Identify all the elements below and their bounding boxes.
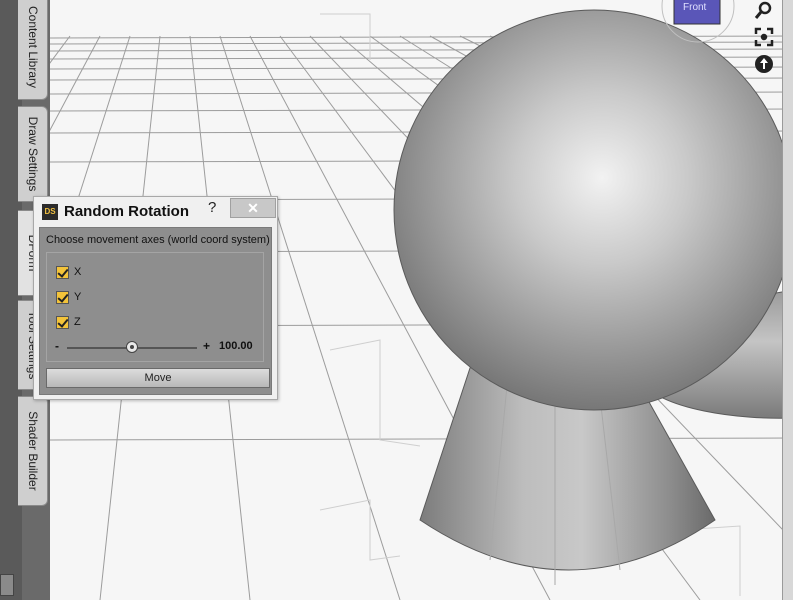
axis-y-checkbox[interactable]: Y bbox=[56, 288, 81, 306]
help-button[interactable]: ? bbox=[208, 199, 216, 216]
tab-draw-settings[interactable]: Draw Settings bbox=[18, 106, 48, 202]
panel-corner-icon[interactable] bbox=[0, 574, 14, 596]
axis-x-checkbox[interactable]: X bbox=[56, 263, 81, 281]
amount-slider: - + 100.00 bbox=[55, 339, 260, 355]
axis-z-checkbox[interactable]: Z bbox=[56, 313, 81, 331]
move-button[interactable]: Move bbox=[46, 368, 270, 388]
dialog-title: Random Rotation bbox=[64, 203, 189, 220]
tab-shader-builder[interactable]: Shader Builder bbox=[18, 396, 48, 506]
random-rotation-dialog: DS Random Rotation ? ✕ Choose movement a… bbox=[33, 196, 278, 400]
tab-content-library[interactable]: Content Library bbox=[18, 0, 48, 100]
frame-icon[interactable] bbox=[754, 27, 776, 49]
orbit-icon[interactable] bbox=[754, 54, 776, 76]
right-scroll-strip[interactable] bbox=[782, 0, 793, 600]
zoom-icon[interactable] bbox=[754, 0, 776, 22]
slider-value[interactable]: 100.00 bbox=[219, 340, 253, 352]
slider-thumb[interactable] bbox=[126, 341, 138, 353]
tab-label: Shader Builder bbox=[25, 411, 40, 491]
daz-logo-icon: DS bbox=[42, 204, 58, 220]
axes-label: Choose movement axes (world coord system… bbox=[46, 234, 270, 246]
tab-label: Content Library bbox=[25, 5, 40, 89]
checkbox-checked-icon[interactable] bbox=[56, 290, 69, 304]
axis-x-label: X bbox=[74, 266, 82, 278]
view-cube-label: Front bbox=[683, 2, 707, 13]
slider-increment-button[interactable]: + bbox=[203, 339, 210, 353]
checkbox-checked-icon[interactable] bbox=[56, 265, 69, 279]
slider-decrement-button[interactable]: - bbox=[55, 339, 59, 353]
axis-y-label: Y bbox=[74, 291, 82, 303]
axes-group: X Y Z - + 100.00 bbox=[46, 252, 264, 362]
dialog-title-bar[interactable]: DS Random Rotation ? ✕ bbox=[34, 197, 277, 227]
dialog-body: Choose movement axes (world coord system… bbox=[39, 227, 272, 395]
tab-label: Draw Settings bbox=[25, 116, 40, 192]
checkbox-checked-icon[interactable] bbox=[56, 315, 69, 329]
axis-z-label: Z bbox=[74, 316, 81, 328]
close-button[interactable]: ✕ bbox=[230, 198, 276, 218]
